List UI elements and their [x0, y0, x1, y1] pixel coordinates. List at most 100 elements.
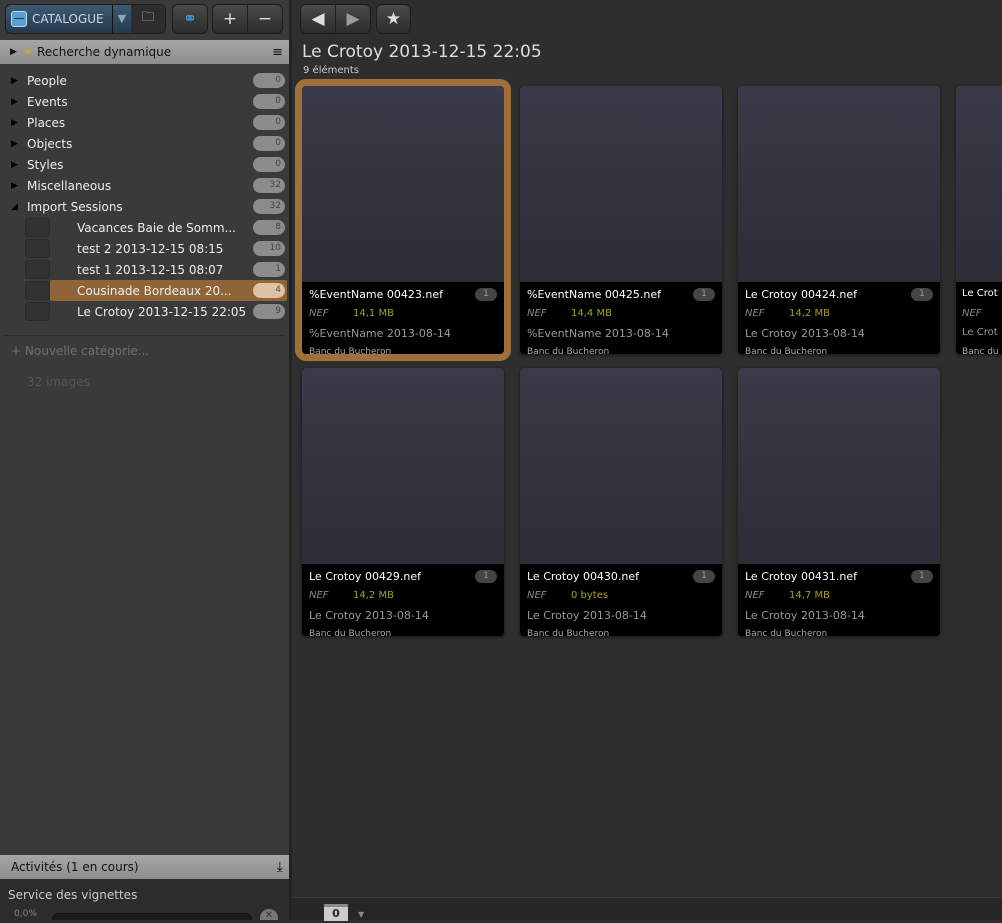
new-category-button[interactable]: + Nouvelle catégorie... [11, 344, 149, 358]
session-thumbnail[interactable] [25, 239, 50, 258]
zoom-button[interactable]: 0 [324, 904, 348, 921]
event-date: %EventName 2013-08-14 [309, 327, 451, 340]
rings-button[interactable]: ⚭ [172, 4, 208, 34]
rank-badge: 1 [911, 288, 933, 301]
file-type: NEF [309, 308, 329, 319]
thumbnail-image[interactable] [738, 368, 940, 564]
rank-badge: 1 [475, 288, 497, 301]
session-label: Vacances Baie de Somm... [77, 220, 236, 235]
location: Banc du Bucheron [309, 629, 392, 639]
remove-button[interactable]: − [247, 4, 283, 34]
count-badge: 9 [253, 304, 285, 319]
session-thumbnail[interactable] [25, 218, 50, 237]
session-item[interactable]: Vacances Baie de Somm... 8 [0, 217, 289, 238]
tree-item[interactable]: ▶ Styles 0 [0, 154, 289, 175]
location: Banc du Bucheron [527, 347, 610, 357]
tree-item[interactable]: ▶ Events 0 [0, 91, 289, 112]
tree-item-label: People [27, 73, 67, 88]
count-badge: 10 [253, 241, 285, 256]
event-date: Le Crotoy 2013-08-14 [309, 609, 429, 622]
thumbnail-card[interactable]: Le Crotoy 00430.nef 1 NEF 0 bytes Le Cro… [520, 368, 722, 639]
forward-button[interactable]: ▶ [335, 4, 371, 34]
count-badge: 0 [253, 73, 285, 88]
thumbnail-card[interactable]: Le Crotoy 00424.nef 1 NEF 14,2 MB Le Cro… [738, 86, 940, 357]
activities-title: Activités (1 en cours) [11, 860, 139, 874]
file-type: NEF [527, 590, 547, 601]
location: Banc du Bucheron [309, 347, 392, 357]
count-badge: 0 [253, 136, 285, 151]
file-type: NEF [745, 308, 765, 319]
location: Banc du Bucheron [527, 629, 610, 639]
file-name: Le Crot [962, 288, 998, 299]
rank-badge: 1 [693, 288, 715, 301]
tree-item[interactable]: ◢ Import Sessions 32 [0, 196, 289, 217]
thumbnail-card[interactable]: Le Crotoy 00429.nef 1 NEF 14,2 MB Le Cro… [302, 368, 504, 639]
tree-item[interactable]: ▶ Places 0 [0, 112, 289, 133]
favorite-button[interactable]: ★ [376, 4, 411, 34]
tree-item[interactable]: ▶ People 0 [0, 70, 289, 91]
thumbnail-image[interactable] [956, 86, 1002, 282]
collapse-icon[interactable]: ⤓ [277, 859, 283, 875]
location: Banc du [962, 347, 999, 357]
thumbnail-image[interactable] [738, 86, 940, 282]
main-panel: ◀ ▶ ★ Le Crotoy 2013-12-15 22:05 9 éléme… [292, 0, 1002, 921]
catalogue-button[interactable]: CATALOGUE ▼ 🗀 [5, 4, 166, 34]
thumbnail-card[interactable]: Le Crot NEF Le Crot Banc du [956, 86, 1002, 357]
thumbnail-image[interactable] [302, 368, 504, 564]
count-badge: 0 [253, 115, 285, 130]
expand-icon[interactable]: ▶ [11, 76, 21, 86]
thumbnail-card[interactable]: Le Crotoy 00431.nef 1 NEF 14,7 MB Le Cro… [738, 368, 940, 639]
count-badge: 32 [253, 178, 285, 193]
session-item[interactable]: test 2 2013-12-15 08:15 10 [0, 238, 289, 259]
page-title: Le Crotoy 2013-12-15 22:05 [302, 42, 542, 62]
session-item[interactable]: Le Crotoy 2013-12-15 22:05 9 [0, 301, 289, 322]
session-thumbnail[interactable] [25, 260, 50, 279]
add-button[interactable]: + [212, 4, 248, 34]
event-date: Le Crotoy 2013-08-14 [745, 609, 865, 622]
session-thumbnail[interactable] [25, 302, 50, 321]
file-type: NEF [527, 308, 547, 319]
sidebar: CATALOGUE ▼ 🗀 ⚭ + − ▶ ⚭ Recherche dynami… [0, 0, 289, 921]
expand-icon[interactable]: ▶ [11, 118, 21, 128]
cancel-icon[interactable]: ✕ [260, 909, 278, 921]
thumbnail-card[interactable]: %EventName 00425.nef 1 NEF 14,4 MB %Even… [520, 86, 722, 357]
tree-item[interactable]: ▶ Miscellaneous 32 [0, 175, 289, 196]
expand-icon[interactable]: ▶ [11, 139, 21, 149]
session-thumbnail[interactable] [25, 281, 50, 300]
chevron-down-icon[interactable]: ▼ [358, 910, 364, 919]
count-badge: 1 [253, 262, 285, 277]
expand-icon: ▶ [10, 47, 17, 57]
thumbnail-image[interactable] [520, 86, 722, 282]
session-item[interactable]: Cousinade Bordeaux 20... 4 [0, 280, 289, 301]
thumbnail-image[interactable] [520, 368, 722, 564]
file-size: 0 bytes [571, 590, 609, 601]
count-badge: 4 [253, 283, 285, 298]
dynamic-search-label: Recherche dynamique [36, 45, 172, 59]
thumbnail-card[interactable]: %EventName 00423.nef 1 NEF 14,1 MB %Even… [295, 79, 511, 361]
tree-item-label: Styles [27, 157, 64, 172]
chevron-down-icon[interactable]: ▼ [111, 5, 131, 33]
dynamic-search-header[interactable]: ▶ ⚭ Recherche dynamique ≡ [0, 40, 289, 64]
tree-item-label: Objects [27, 136, 73, 151]
file-type: NEF [962, 308, 982, 319]
menu-icon[interactable]: ≡ [272, 45, 283, 60]
service-label: Service des vignettes [8, 888, 138, 902]
thumbnail-image[interactable] [302, 86, 504, 282]
expand-icon[interactable]: ▶ [11, 97, 21, 107]
count-badge: 0 [253, 157, 285, 172]
tree-item[interactable]: ▶ Objects 0 [0, 133, 289, 154]
activities-header[interactable]: Activités (1 en cours) ⤓ [0, 855, 289, 879]
count-badge: 0 [253, 94, 285, 109]
file-name: Le Crotoy 00430.nef [527, 570, 640, 583]
expand-icon[interactable]: ▶ [11, 160, 21, 170]
session-label: test 1 2013-12-15 08:07 [77, 262, 224, 277]
session-item[interactable]: test 1 2013-12-15 08:07 1 [0, 259, 289, 280]
back-button[interactable]: ◀ [300, 4, 336, 34]
session-label: Le Crotoy 2013-12-15 22:05 [77, 304, 247, 319]
progress-bar [52, 913, 252, 920]
collapse-icon[interactable]: ◢ [11, 202, 21, 212]
file-size: 14,2 MB [789, 308, 830, 319]
expand-icon[interactable]: ▶ [11, 181, 21, 191]
progress-percent: 0,0% [14, 909, 37, 919]
folder-icon[interactable]: 🗀 [131, 5, 165, 33]
